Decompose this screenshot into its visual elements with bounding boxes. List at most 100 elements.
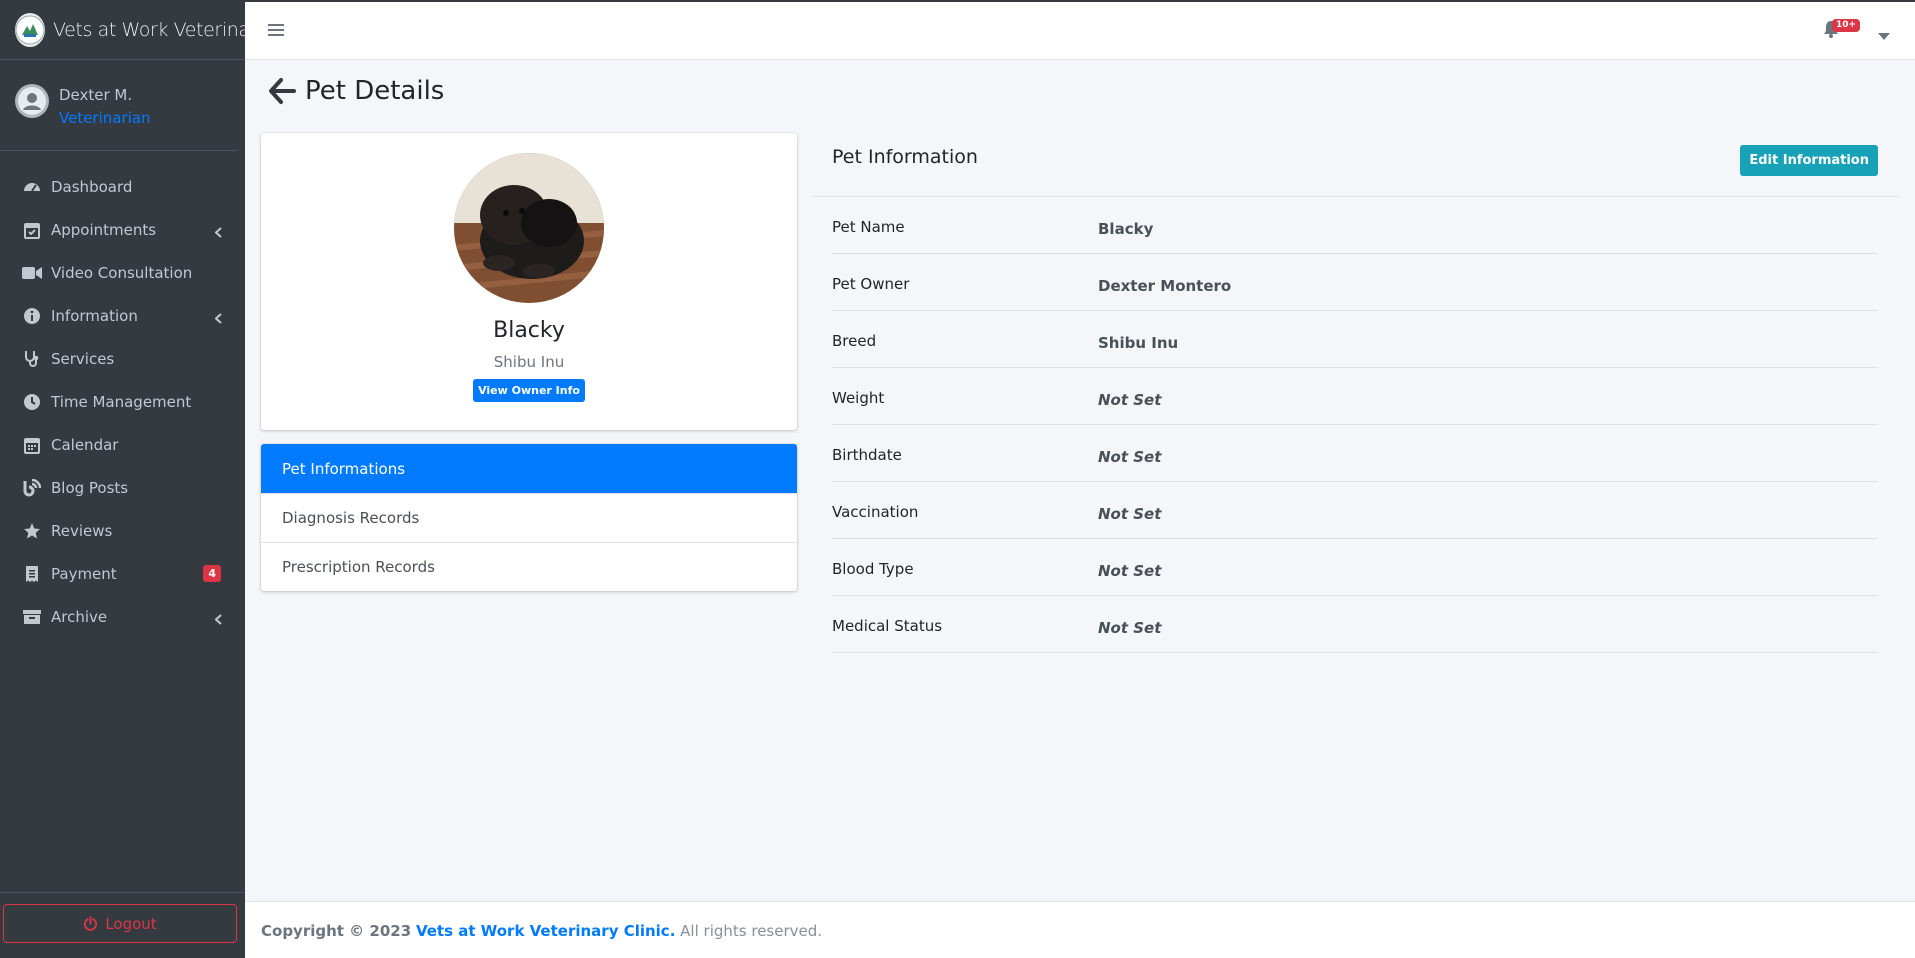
main-content: Pet Details Blacky Shibu Inu View Owner …: [245, 60, 1915, 900]
sidebar-item-dashboard[interactable]: Dashboard: [0, 165, 245, 208]
sidebar-item-blog-posts[interactable]: Blog Posts: [0, 466, 245, 509]
info-row: Birthdate Not Set: [832, 425, 1878, 482]
sidebar-item-video-consultation[interactable]: Video Consultation: [0, 251, 245, 294]
dashboard-icon: [22, 177, 42, 197]
pet-profile-card: Blacky Shibu Inu View Owner Info: [261, 133, 797, 430]
top-navbar: 10+: [245, 2, 1915, 60]
star-icon: [22, 521, 42, 541]
sidebar-item-label: Appointments: [51, 220, 157, 239]
user-avatar[interactable]: [15, 84, 49, 118]
sidebar-item-reviews[interactable]: Reviews: [0, 509, 245, 552]
user-role-link[interactable]: Veterinarian: [59, 109, 151, 127]
rights-text: All rights reserved.: [680, 922, 823, 940]
chevron-left-icon: [214, 610, 222, 629]
view-owner-info-button[interactable]: View Owner Info: [473, 379, 585, 402]
payment-badge: 4: [203, 565, 221, 582]
info-label: Birthdate: [832, 446, 902, 464]
top-border: [0, 0, 1915, 2]
info-row: Medical Status Not Set: [832, 596, 1878, 653]
user-panel: Dexter M. Veterinarian: [0, 60, 237, 151]
info-title: Pet Information: [832, 146, 978, 168]
info-row: Pet Name Blacky: [832, 197, 1878, 254]
sidebar-nav: Dashboard Appointments Video Consultation I…: [0, 151, 245, 638]
info-row: Vaccination Not Set: [832, 482, 1878, 539]
sidebar-item-label: Video Consultation: [51, 263, 193, 282]
logout-button[interactable]: Logout: [3, 904, 237, 943]
pet-name: Blacky: [493, 318, 565, 343]
info-label: Breed: [832, 332, 877, 350]
info-label: Pet Name: [832, 218, 905, 236]
sidebar: Vets at Work Veterinary Dexter M. Veteri…: [0, 0, 268, 958]
stethoscope-icon: [22, 349, 42, 369]
pet-record-tabs: Pet Informations Diagnosis Records Prescri…: [261, 444, 797, 591]
info-row: Blood Type Not Set: [832, 539, 1878, 596]
sidebar-item-label: Information: [51, 306, 138, 325]
info-value: Not Set: [1098, 562, 1162, 580]
info-icon: [22, 306, 42, 326]
info-value: Not Set: [1098, 505, 1162, 523]
clinic-link[interactable]: Vets at Work Veterinary Clinic.: [416, 922, 675, 940]
tab-diagnosis-records[interactable]: Diagnosis Records: [261, 493, 797, 542]
pet-information-panel: Pet Information Edit Information Pet Nam…: [812, 133, 1898, 653]
menu-toggle-icon[interactable]: [268, 22, 284, 41]
archive-icon: [22, 607, 42, 627]
info-header: Pet Information Edit Information: [812, 133, 1898, 197]
info-value: Dexter Montero: [1098, 277, 1232, 295]
brand[interactable]: Vets at Work Veterinary: [0, 0, 268, 60]
calendar-icon: [22, 435, 42, 455]
sidebar-item-label: Dashboard: [51, 177, 133, 196]
info-label: Medical Status: [832, 617, 943, 635]
sidebar-item-label: Payment: [51, 564, 117, 583]
page-header: Pet Details: [267, 76, 444, 106]
info-row: Weight Not Set: [832, 368, 1878, 425]
logout-area: Logout: [0, 892, 245, 958]
info-value: Blacky: [1098, 220, 1154, 238]
chevron-left-icon: [214, 309, 222, 328]
sidebar-item-services[interactable]: Services: [0, 337, 245, 380]
sidebar-item-archive[interactable]: Archive: [0, 595, 245, 638]
sidebar-item-label: Calendar: [51, 435, 119, 454]
power-icon: [84, 916, 98, 931]
sidebar-item-payment[interactable]: Payment 4: [0, 552, 245, 595]
brand-name: Vets at Work Veterinary: [53, 18, 268, 41]
sidebar-item-appointments[interactable]: Appointments: [0, 208, 245, 251]
logout-label: Logout: [105, 914, 157, 933]
chevron-left-icon: [214, 223, 222, 242]
back-arrow-icon[interactable]: [267, 76, 297, 106]
info-rows: Pet Name Blacky Pet Owner Dexter Montero Bre…: [832, 197, 1878, 653]
info-value: Not Set: [1098, 619, 1162, 637]
video-icon: [22, 263, 42, 283]
info-label: Blood Type: [832, 560, 914, 578]
sidebar-item-time-management[interactable]: Time Management: [0, 380, 245, 423]
receipt-icon: [22, 564, 42, 584]
edit-information-button[interactable]: Edit Information: [1740, 145, 1878, 176]
clinic-logo: [15, 12, 45, 47]
sidebar-item-information[interactable]: Information: [0, 294, 245, 337]
page-title: Pet Details: [305, 76, 445, 106]
blog-icon: [22, 478, 42, 498]
info-value: Shibu Inu: [1098, 334, 1179, 352]
sidebar-item-label: Services: [51, 349, 115, 368]
info-row: Pet Owner Dexter Montero: [832, 254, 1878, 311]
copyright-text: Copyright © 2023: [261, 922, 412, 940]
pet-breed: Shibu Inu: [493, 353, 565, 371]
sidebar-item-label: Reviews: [51, 521, 113, 540]
user-menu-caret-icon[interactable]: [1877, 26, 1891, 45]
info-label: Vaccination: [832, 503, 919, 521]
info-label: Pet Owner: [832, 275, 910, 293]
user-name: Dexter M.: [59, 86, 133, 104]
pet-photo: [454, 153, 604, 303]
sidebar-item-label: Time Management: [51, 392, 192, 411]
calendar-check-icon: [22, 220, 42, 240]
sidebar-item-label: Blog Posts: [51, 478, 129, 497]
sidebar-item-calendar[interactable]: Calendar: [0, 423, 245, 466]
clock-icon: [22, 392, 42, 412]
info-value: Not Set: [1098, 391, 1162, 409]
notification-badge: 10+: [1832, 19, 1861, 32]
footer: Copyright © 2023 Vets at Work Veterinary…: [245, 901, 1915, 958]
info-row: Breed Shibu Inu: [832, 311, 1878, 368]
sidebar-item-label: Archive: [51, 607, 108, 626]
info-value: Not Set: [1098, 448, 1162, 466]
tab-pet-informations[interactable]: Pet Informations: [261, 444, 797, 493]
tab-prescription-records[interactable]: Prescription Records: [261, 542, 797, 591]
